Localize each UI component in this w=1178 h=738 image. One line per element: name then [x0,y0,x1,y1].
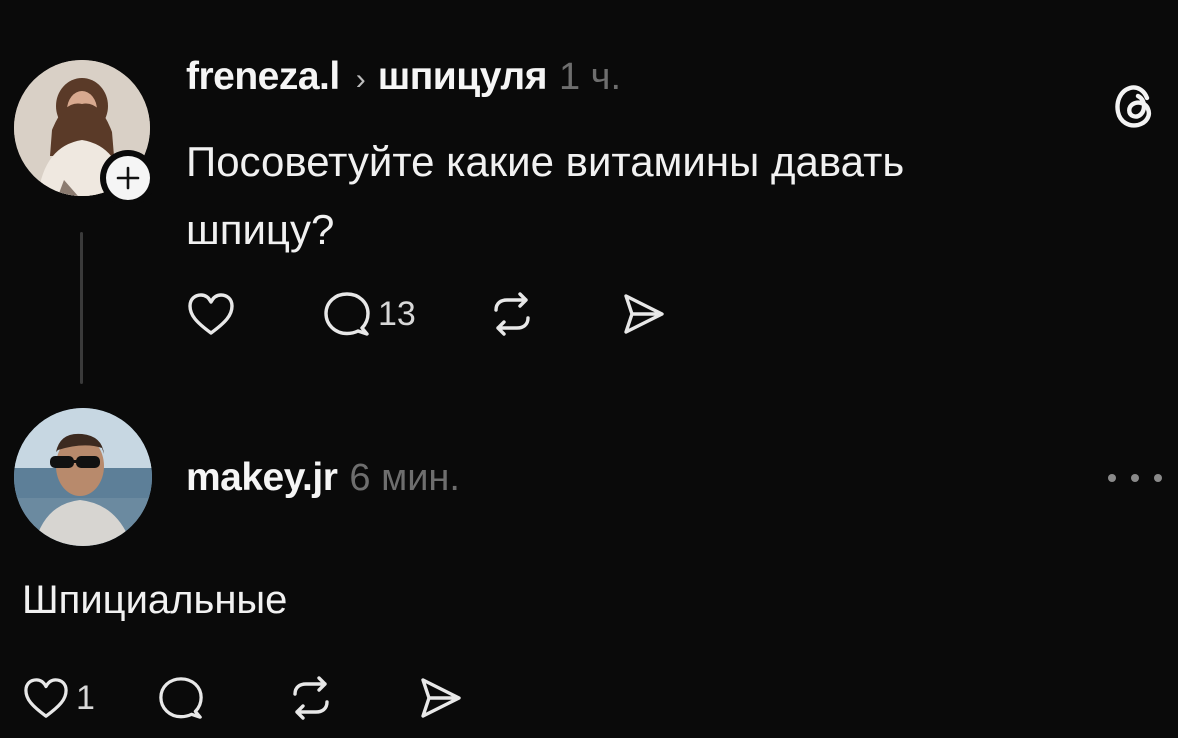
post-text-line-2: шпицу? [186,206,335,253]
like-button[interactable] [186,291,236,337]
share-button[interactable] [415,674,463,722]
follow-button[interactable] [100,150,156,206]
reply-author-avatar[interactable] [14,408,152,546]
send-icon [624,294,664,334]
repost-icon [494,292,530,336]
comment-button[interactable]: 13 [322,290,416,338]
avatar-photo [14,408,152,546]
comment-icon [324,292,370,336]
repost-button[interactable] [287,674,335,722]
post-timestamp: 1 ч. [558,56,622,98]
chevron-right-icon: › [355,63,366,96]
threads-logo-icon [1104,76,1164,136]
share-button[interactable] [618,290,666,338]
dot [1131,474,1139,482]
post-text-line-1: Посоветуйте какие витамины давать [186,138,905,185]
heart-icon [24,678,68,718]
more-dots-icon[interactable] [1108,466,1162,490]
comment-icon [159,677,203,719]
comment-count: 13 [378,294,416,333]
reply-actions: 1 [22,674,463,722]
dot [1108,474,1116,482]
reply-timestamp: 6 мин. [349,457,460,499]
reply-body: Шпициальные [22,578,288,622]
reply-header: makey.jr 6 мин. [186,456,460,500]
plus-icon [116,166,140,190]
repost-button[interactable] [488,290,536,338]
heart-icon [188,293,234,335]
post-body: Посоветуйте какие витамины давать шпицу? [186,128,1086,264]
comment-button[interactable] [157,675,205,721]
reply-author-username[interactable]: makey.jr [186,456,338,500]
post-header: freneza.l › шпицуля 1 ч. [186,55,621,105]
send-icon [421,678,461,718]
like-button[interactable]: 1 [22,676,95,720]
post-actions: 13 [186,290,666,338]
repost-icon [293,676,329,720]
dot [1154,474,1162,482]
like-count: 1 [76,678,95,717]
post-topic[interactable]: шпицуля [378,55,548,99]
thread-connector-line [80,232,83,384]
post-author-username[interactable]: freneza.l [186,55,340,99]
